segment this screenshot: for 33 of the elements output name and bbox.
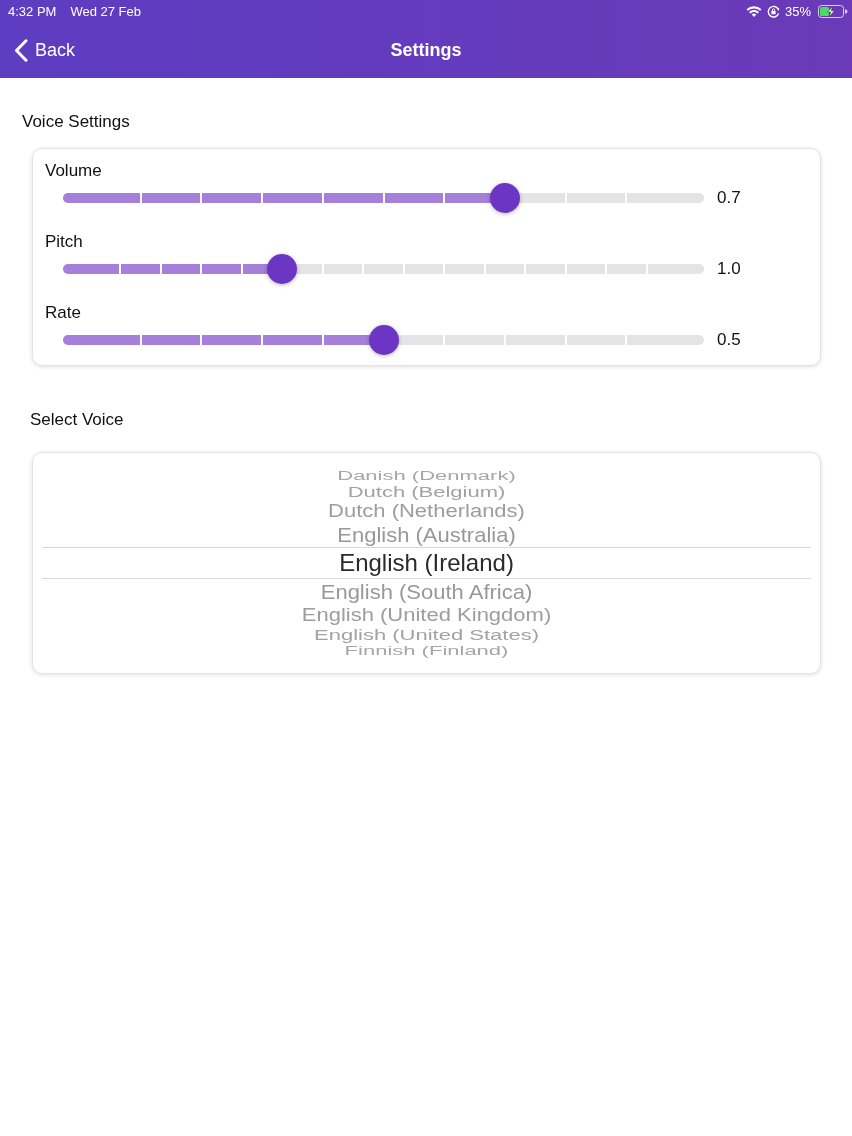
slider-value: 0.7 (717, 188, 741, 208)
screen-title: Settings (390, 39, 462, 61)
slider-value: 0.5 (717, 330, 741, 350)
voice-option[interactable]: English (Ireland) (339, 550, 514, 576)
voice-option[interactable]: English (Australia) (337, 522, 516, 547)
status-date: Wed 27 Feb (70, 3, 141, 19)
slider-thumb[interactable] (267, 254, 298, 284)
slider-thumb[interactable] (489, 183, 520, 213)
back-button[interactable]: Back (0, 38, 76, 62)
slider-value: 1.0 (717, 259, 741, 279)
slider-label: Rate (45, 303, 81, 323)
slider-thumb[interactable] (368, 325, 399, 355)
slider-label: Volume (45, 161, 102, 181)
section-heading: Voice Settings (22, 112, 130, 132)
voice-option[interactable]: English (United Kingdom) (301, 603, 552, 627)
voice-option[interactable]: Danish (Denmark) (337, 468, 516, 483)
battery-percentage: 35% (784, 3, 811, 19)
slider-label: Pitch (45, 232, 83, 252)
voice-option[interactable]: Dutch (Belgium) (347, 483, 506, 500)
voice-option[interactable]: Dutch (Netherlands) (328, 499, 525, 523)
chevron-left-icon (14, 38, 28, 62)
voice-option[interactable]: English (United States) (314, 626, 539, 643)
voice-option[interactable]: Finnish (Finland) (344, 643, 509, 658)
voice-picker[interactable]: Danish (Denmark) Dutch (Belgium) Dutch (Netherlands) English (Australia) English (Ireland) English (South Africa) English (United Kingdom) English (United States) Finnish (Finland) (32, 452, 821, 674)
rotation-lock-icon (766, 4, 780, 18)
status-time: 4:32 PM (8, 3, 57, 19)
wifi-icon (745, 5, 762, 17)
voice-option[interactable]: English (South Africa) (320, 579, 533, 604)
battery-charging-icon (818, 4, 848, 18)
slider[interactable] (63, 325, 704, 355)
slider[interactable] (63, 254, 704, 284)
section-heading: Select Voice (30, 410, 124, 430)
slider[interactable] (63, 183, 704, 213)
